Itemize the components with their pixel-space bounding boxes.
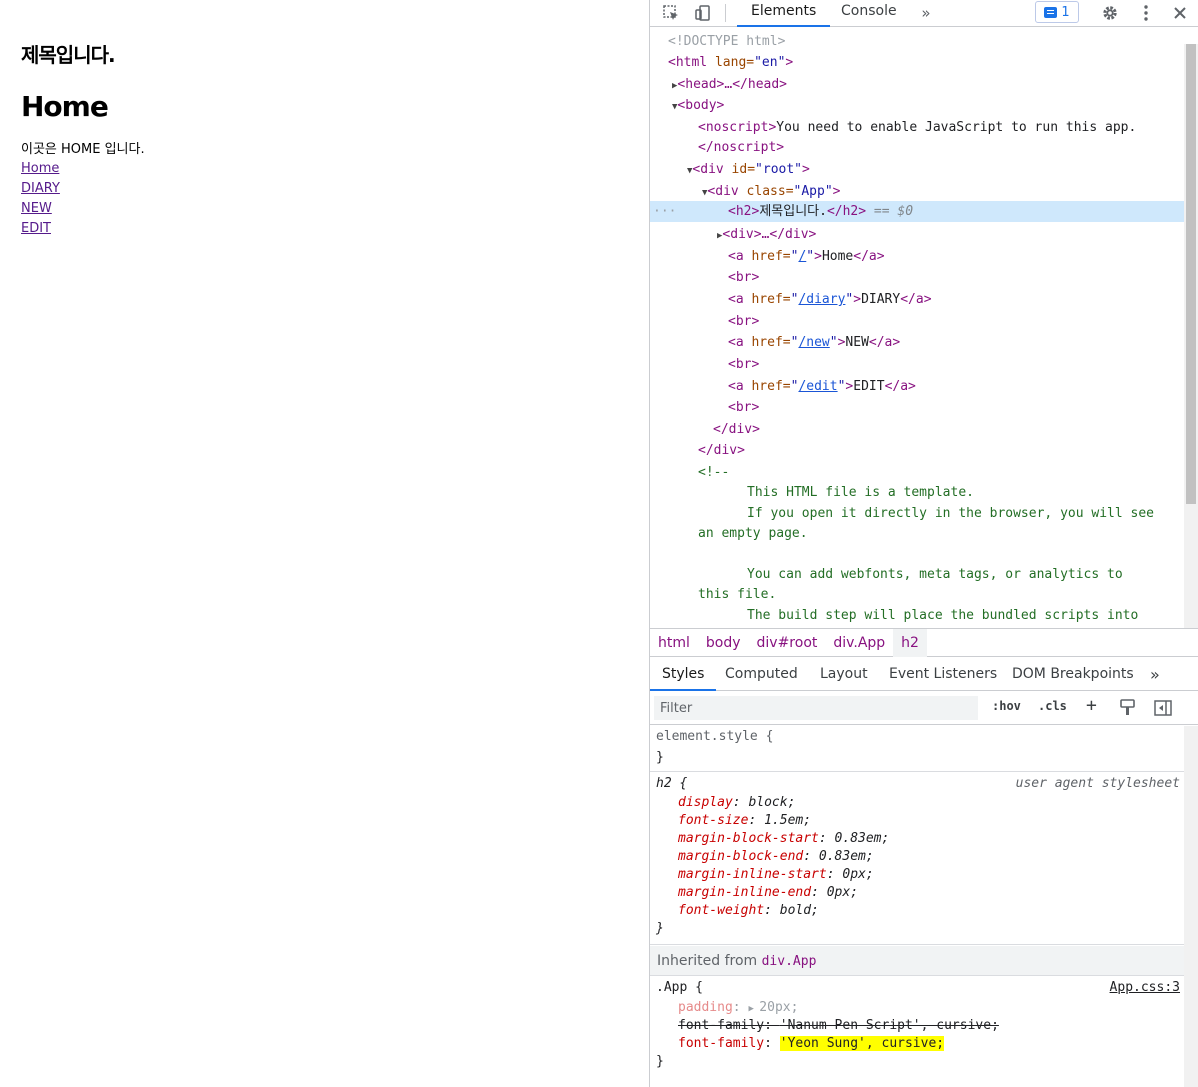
css-prop-font-size[interactable]: font-size: 1.5em; bbox=[678, 812, 811, 830]
link-diary[interactable]: DIARY bbox=[21, 179, 60, 199]
dom-doctype[interactable]: <!DOCTYPE html> bbox=[668, 31, 1184, 52]
dom-br[interactable]: <br> bbox=[728, 311, 1184, 332]
dom-comment-line: an empty page. bbox=[698, 526, 808, 541]
styles-scrollbar[interactable] bbox=[1184, 726, 1198, 1087]
device-toolbar-icon[interactable] bbox=[692, 0, 714, 26]
dom-div-collapsed[interactable]: ▶<div>…</div> bbox=[717, 224, 1184, 245]
tab-styles[interactable]: Styles bbox=[650, 658, 717, 691]
dom-div-close[interactable]: </div> bbox=[713, 419, 1184, 440]
dom-br[interactable]: <br> bbox=[728, 397, 1184, 418]
dom-link-edit[interactable]: <a href="/edit">EDIT</a> bbox=[728, 376, 1184, 397]
dom-h2-selected[interactable]: ··· <h2>제목입니다.</h2> == $0 bbox=[650, 201, 1184, 222]
link-new[interactable]: NEW bbox=[21, 199, 52, 219]
close-brace: } bbox=[656, 1054, 664, 1069]
devtools-panel: Elements Console » 1 <!DOCTYPE html> <ht… bbox=[649, 0, 1198, 1087]
css-prop-font-family[interactable]: font-family: 'Yeon Sung', cursive; bbox=[678, 1035, 945, 1053]
css-prop-display[interactable]: display: block; bbox=[678, 794, 795, 812]
dom-div-close[interactable]: </div> bbox=[698, 440, 1184, 461]
close-brace: } bbox=[656, 750, 664, 765]
link-home[interactable]: Home bbox=[21, 159, 59, 179]
dom-comment-line: If you open it directly in the browser, … bbox=[747, 506, 1154, 521]
dom-root-div[interactable]: ▼<div id="root"> bbox=[687, 159, 1184, 180]
page-viewport: 제목입니다. Home 이곳은 HOME 입니다. Home DIARY NEW… bbox=[0, 0, 649, 1087]
dom-link-new[interactable]: <a href="/new">NEW</a> bbox=[728, 332, 1184, 353]
css-prop-margin-block-start[interactable]: margin-block-start: 0.83em; bbox=[678, 830, 889, 848]
dom-comment-line: this file. bbox=[698, 587, 777, 602]
close-brace: } bbox=[656, 921, 664, 936]
dom-br[interactable]: <br> bbox=[728, 267, 1184, 288]
css-prop-padding[interactable]: padding: ▶ 20px; bbox=[678, 999, 798, 1017]
dom-link-diary[interactable]: <a href="/diary">DIARY</a> bbox=[728, 289, 1184, 310]
page-text: 이곳은 HOME 입니다. bbox=[21, 142, 145, 157]
kebab-menu-icon[interactable] bbox=[1136, 0, 1156, 26]
inherited-tag[interactable]: div.App bbox=[762, 954, 817, 969]
crumb-html[interactable]: html bbox=[650, 629, 698, 657]
dom-br[interactable]: <br> bbox=[728, 354, 1184, 375]
element-style-selector[interactable]: element.style { bbox=[656, 728, 773, 746]
css-prop-margin-inline-start[interactable]: margin-inline-start: 0px; bbox=[678, 866, 874, 884]
styles-tabbar: Styles Computed Layout Event Listeners D… bbox=[650, 658, 1198, 691]
crumb-h2[interactable]: h2 bbox=[893, 628, 927, 657]
message-icon bbox=[1044, 6, 1058, 18]
dom-comment-line: The build step will place the bundled sc… bbox=[747, 608, 1139, 623]
crumb-body[interactable]: body bbox=[698, 629, 749, 657]
dom-link-home[interactable]: <a href="/">Home</a> bbox=[728, 246, 1184, 267]
tab-computed[interactable]: Computed bbox=[713, 658, 810, 691]
tab-dom-breakpoints[interactable]: DOM Breakpoints bbox=[1000, 658, 1146, 691]
new-rule-button[interactable]: + bbox=[1086, 695, 1097, 716]
cls-button[interactable]: .cls bbox=[1038, 699, 1067, 713]
dom-scrollbar[interactable] bbox=[1184, 44, 1198, 628]
expand-triangle-icon[interactable]: ▶ bbox=[748, 1004, 759, 1014]
dom-comment-line: This HTML file is a template. bbox=[747, 485, 974, 500]
crumb-app[interactable]: div.App bbox=[825, 629, 893, 657]
crumb-root[interactable]: div#root bbox=[749, 629, 826, 657]
h2-selector[interactable]: h2 { bbox=[656, 775, 687, 793]
tab-event-listeners[interactable]: Event Listeners bbox=[877, 658, 1009, 691]
rule-element-style[interactable]: element.style { } bbox=[650, 726, 1184, 772]
dom-comment-open[interactable]: <!-- bbox=[698, 462, 1184, 483]
toggle-sidebar-icon[interactable] bbox=[1154, 699, 1172, 721]
filter-input[interactable] bbox=[654, 696, 978, 720]
app-selector[interactable]: .App { bbox=[656, 979, 703, 997]
gear-icon[interactable] bbox=[1099, 0, 1121, 26]
rule-app[interactable]: .App { App.css:3 padding: ▶ 20px; font-f… bbox=[650, 977, 1184, 1077]
css-prop-font-weight[interactable]: font-weight: bold; bbox=[678, 902, 819, 920]
tab-elements[interactable]: Elements bbox=[737, 0, 831, 27]
devtools-toolbar: Elements Console » 1 bbox=[650, 0, 1198, 27]
page-heading: Home bbox=[21, 90, 109, 123]
more-tabs-icon[interactable]: » bbox=[1138, 658, 1172, 691]
css-prop-margin-inline-end[interactable]: margin-inline-end: 0px; bbox=[678, 884, 858, 902]
link-edit[interactable]: EDIT bbox=[21, 219, 51, 239]
inspect-element-icon[interactable] bbox=[660, 0, 682, 26]
app-css-source-link[interactable]: App.css:3 bbox=[1110, 979, 1180, 997]
styles-filter-bar: :hov .cls + bbox=[650, 692, 1198, 725]
toolbar-divider bbox=[725, 4, 726, 22]
issues-badge[interactable]: 1 bbox=[1035, 1, 1079, 23]
more-actions-icon[interactable]: ··· bbox=[653, 201, 676, 222]
dom-tree: <!DOCTYPE html> <html lang="en"> ▶<head>… bbox=[650, 28, 1198, 628]
dom-noscript[interactable]: <noscript>You need to enable JavaScript … bbox=[698, 117, 1184, 138]
rule-h2[interactable]: h2 { user agent stylesheet display: bloc… bbox=[650, 773, 1184, 945]
styles-pane: element.style { } h2 { user agent styles… bbox=[650, 726, 1198, 1087]
paint-brush-icon[interactable] bbox=[1120, 699, 1136, 721]
scrollbar-thumb[interactable] bbox=[1186, 44, 1196, 504]
close-icon[interactable] bbox=[1169, 0, 1191, 26]
tab-console[interactable]: Console bbox=[827, 0, 911, 27]
dom-head[interactable]: ▶<head>…</head> bbox=[672, 74, 1184, 95]
tab-layout[interactable]: Layout bbox=[808, 658, 880, 691]
dom-html[interactable]: <html lang="en"> bbox=[668, 52, 1184, 73]
css-prop-margin-block-end[interactable]: margin-block-end: 0.83em; bbox=[678, 848, 874, 866]
dom-app-div[interactable]: ▼<div class="App"> bbox=[702, 181, 1184, 202]
dom-comment-line: You can add webfonts, meta tags, or anal… bbox=[747, 567, 1123, 582]
breadcrumb: html body div#root div.App h2 bbox=[650, 628, 1198, 657]
page-title: 제목입니다. bbox=[21, 43, 116, 67]
issues-count: 1 bbox=[1061, 4, 1070, 20]
inherited-header: Inherited from div.App bbox=[650, 946, 1184, 976]
css-prop-font-family-overridden[interactable]: font-family: 'Nanum Pen Script', cursive… bbox=[678, 1017, 999, 1035]
dom-body[interactable]: ▼<body> bbox=[672, 95, 1184, 116]
hov-button[interactable]: :hov bbox=[992, 699, 1021, 713]
dom-noscript-close[interactable]: </noscript> bbox=[698, 137, 1184, 158]
ua-stylesheet-label: user agent stylesheet bbox=[1015, 776, 1180, 791]
more-tabs-icon[interactable]: » bbox=[916, 0, 936, 26]
